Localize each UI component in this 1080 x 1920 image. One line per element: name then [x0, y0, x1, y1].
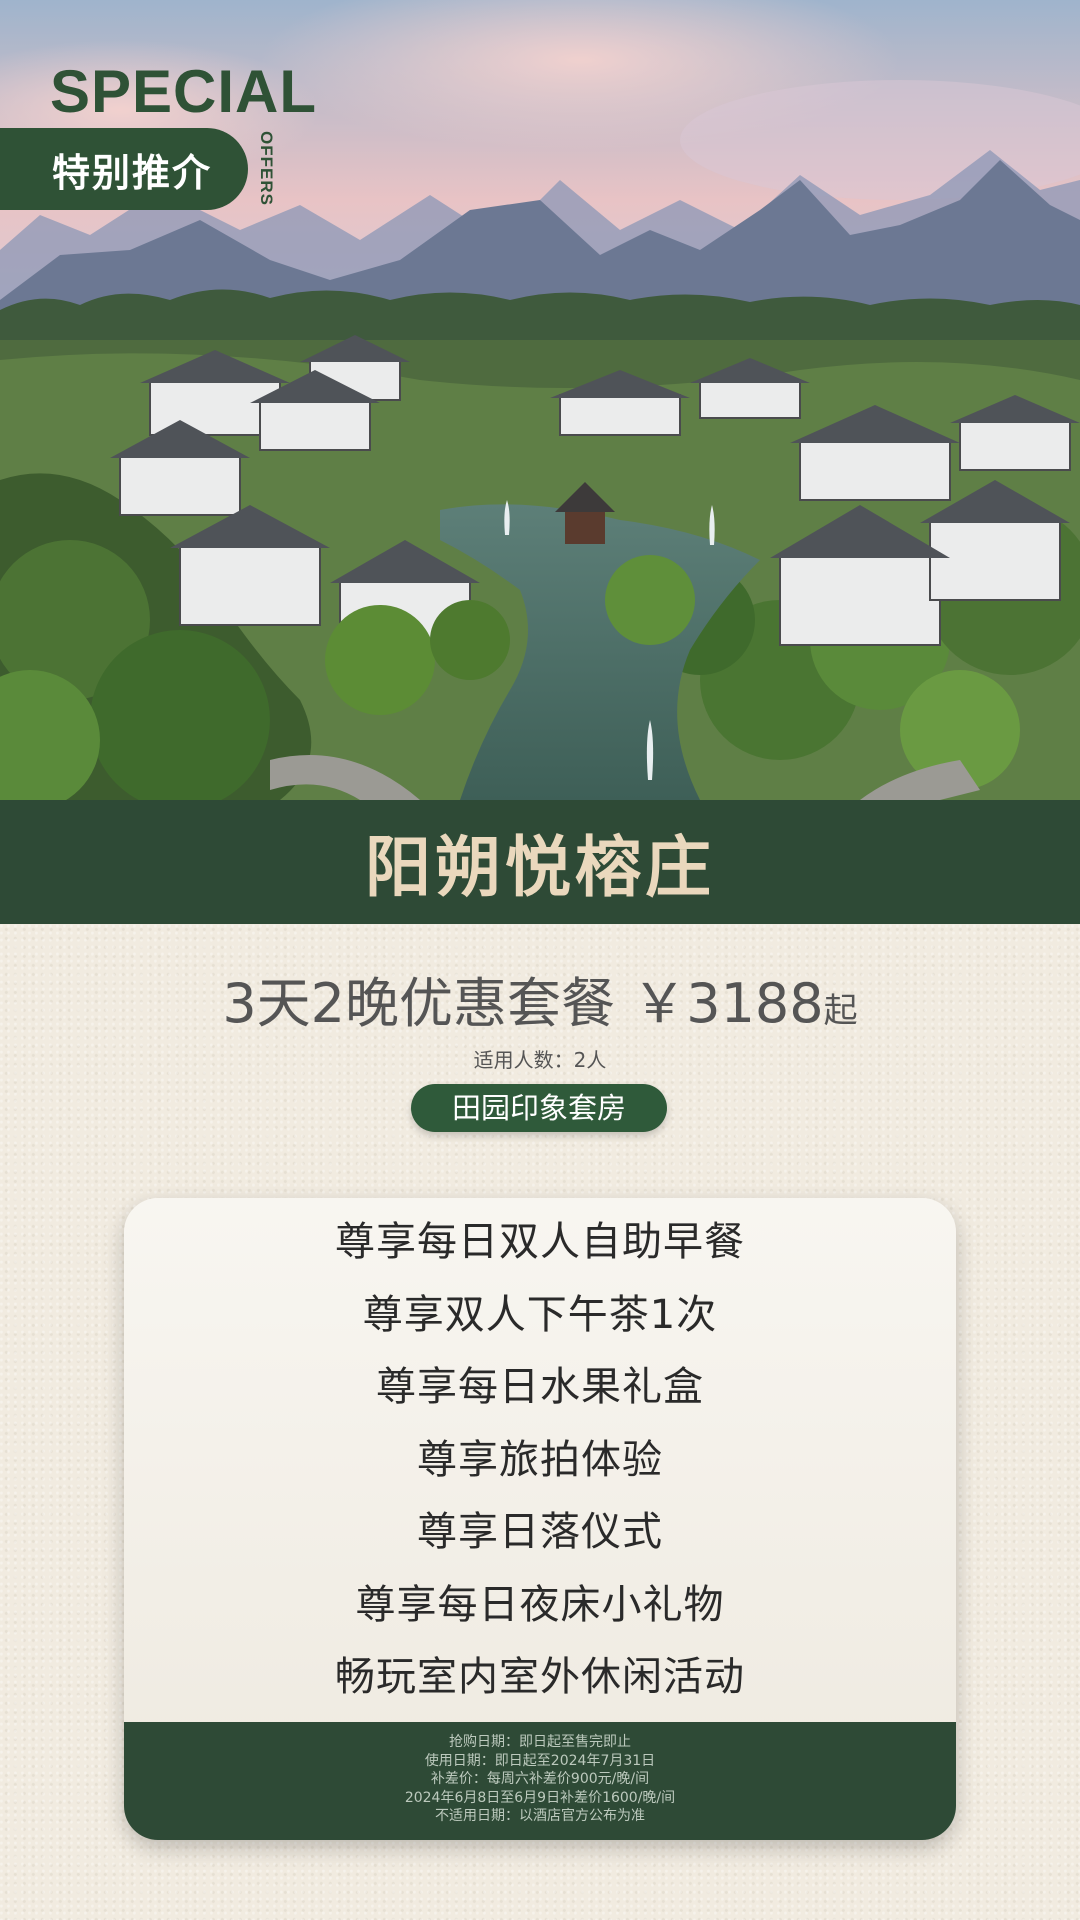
blackout-dates: 不适用日期：以酒店官方公布为准: [435, 1808, 645, 1824]
benefit-item: 尊享每日水果礼盒: [376, 1364, 704, 1410]
benefit-item: 尊享每日双人自助早餐: [335, 1219, 745, 1265]
benefit-item: 尊享每日夜床小礼物: [355, 1581, 725, 1628]
offers-vertical-label: OFFERS: [257, 131, 276, 206]
package-price-line: 3天2晚优惠套餐 ￥3188起: [0, 974, 1080, 1041]
saturday-surcharge: 补差价：每周六补差价900元/晚/间: [430, 1771, 650, 1787]
hotel-name: 阳朔悦榕庄: [365, 829, 715, 906]
benefits-list: 尊享每日双人自助早餐 尊享双人下午茶1次 尊享每日水果礼盒 尊享旅拍体验 尊享日…: [124, 1206, 956, 1714]
special-heading: SPECIAL: [50, 58, 318, 125]
benefit-item: 畅玩室内室外休闲活动: [335, 1654, 745, 1700]
benefit-item: 尊享日落仪式: [417, 1509, 663, 1555]
holiday-surcharge: 2024年6月8日至6月9日补差价1600/晚/间: [404, 1789, 676, 1806]
package-price: ￥3188: [632, 972, 824, 1035]
special-offer-badge-label: 特别推介: [51, 150, 212, 195]
hero-image: SPECIAL 特别推介 OFFERS: [0, 0, 1080, 800]
purchase-period: 抢购日期：即日起至售完即止: [449, 1734, 631, 1750]
benefit-item: 尊享双人下午茶1次: [362, 1291, 718, 1338]
price-suffix: 起: [823, 991, 858, 1031]
applicable-persons: 适用人数：2人: [473, 1048, 607, 1072]
room-type-badge: 田园印象套房: [411, 1084, 667, 1132]
benefit-item: 尊享旅拍体验: [417, 1436, 663, 1483]
special-offer-badge: 特别推介: [0, 128, 248, 210]
benefits-card: 尊享每日双人自助早餐 尊享双人下午茶1次 尊享每日水果礼盒 尊享旅拍体验 尊享日…: [124, 1198, 956, 1840]
package-name: 3天2晚优惠套餐: [222, 972, 616, 1035]
terms-footer: 抢购日期：即日起至售完即止 使用日期：即日起至2024年7月31日 补差价：每周…: [124, 1722, 956, 1840]
hotel-title-band: 阳朔悦榕庄: [0, 800, 1080, 924]
usage-period: 使用日期：即日起至2024年7月31日: [424, 1752, 656, 1769]
